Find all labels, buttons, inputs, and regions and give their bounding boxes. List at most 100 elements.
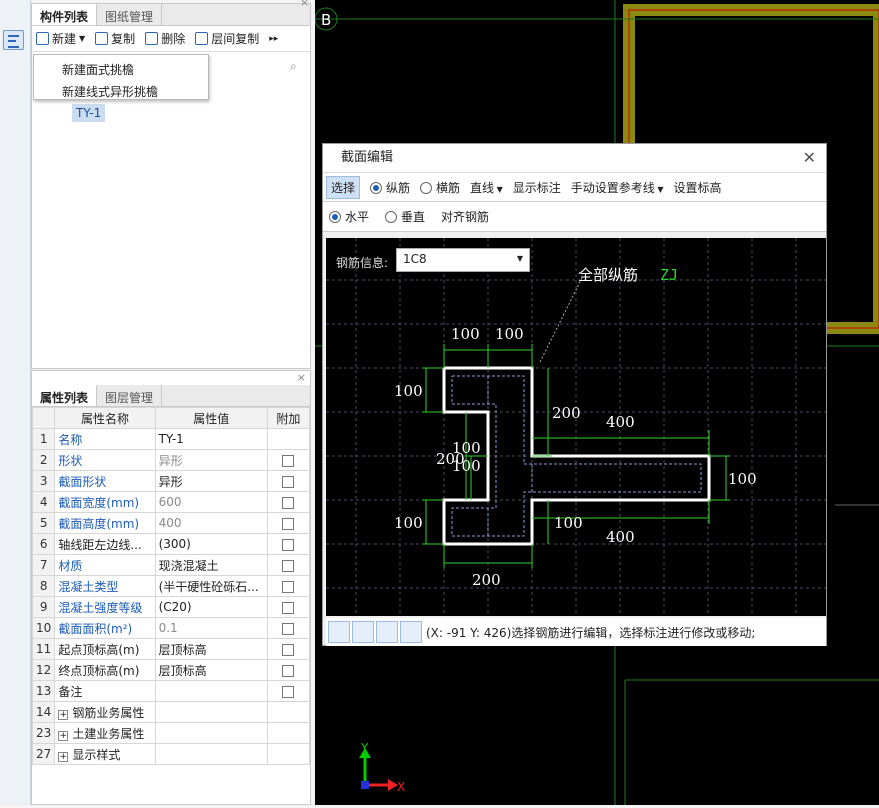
- table-row[interactable]: 6 轴线距左边线... (300): [31, 533, 311, 555]
- property-value[interactable]: (C20): [154, 596, 268, 618]
- table-row[interactable]: 27 + 显示样式: [31, 743, 311, 765]
- dim-label[interactable]: 100: [394, 514, 423, 532]
- list-item-ty1[interactable]: TY-1: [72, 104, 106, 122]
- menu-item-new-linear-eave[interactable]: 新建线式异形挑檐: [34, 81, 208, 103]
- tab-drawing-management[interactable]: 图纸管理: [97, 4, 163, 25]
- cross-bar-radio[interactable]: 横筋: [420, 179, 460, 196]
- table-row[interactable]: 9 混凝土强度等级 (C20): [31, 596, 311, 618]
- extra-checkbox[interactable]: [282, 601, 295, 614]
- rebar-info-select[interactable]: 1C8 ▼: [396, 248, 530, 272]
- left-icon-strip: [0, 0, 31, 805]
- table-row[interactable]: 2 形状 异形: [31, 449, 311, 471]
- property-value[interactable]: 异形: [154, 449, 268, 471]
- horizontal-radio[interactable]: 水平: [329, 208, 369, 225]
- table-row[interactable]: 7 材质 现浇混凝土: [31, 554, 311, 576]
- property-name: 轴线距左边线...: [58, 537, 142, 552]
- annotation-code[interactable]: ZJ: [660, 266, 678, 284]
- more-icon[interactable]: ▸▸: [269, 34, 278, 44]
- expand-icon[interactable]: +: [58, 709, 69, 720]
- show-dimension-button[interactable]: 显示标注: [513, 179, 561, 196]
- property-value[interactable]: (300): [154, 533, 268, 555]
- line-dropdown[interactable]: 直线 ▼: [470, 179, 503, 196]
- close-icon[interactable]: ×: [300, 0, 309, 9]
- table-row[interactable]: 1 名称 TY-1: [31, 428, 311, 450]
- tab-component-list[interactable]: 构件列表: [32, 4, 98, 25]
- table-row[interactable]: 10 截面面积(m²) 0.1: [31, 617, 311, 639]
- extra-checkbox[interactable]: [282, 517, 295, 530]
- add-dimension-icon[interactable]: [400, 621, 422, 643]
- expand-icon[interactable]: +: [58, 751, 69, 762]
- annotation-text[interactable]: 全部纵筋: [578, 266, 638, 284]
- row-index: 23: [31, 722, 56, 744]
- extra-checkbox[interactable]: [282, 559, 295, 572]
- extra-checkbox[interactable]: [282, 454, 295, 467]
- table-row[interactable]: 4 截面宽度(mm) 600: [31, 491, 311, 513]
- dim-label[interactable]: 200: [552, 404, 581, 422]
- property-name-cell: 形状: [54, 449, 156, 471]
- tab-layer-management[interactable]: 图层管理: [97, 385, 163, 406]
- table-row[interactable]: 23 + 土建业务属性: [31, 722, 311, 744]
- menu-item-new-surface-eave[interactable]: 新建面式挑檐: [34, 59, 208, 81]
- table-row[interactable]: 8 混凝土类型 (半干硬性砼砾石...: [31, 575, 311, 597]
- close-icon[interactable]: ✕: [803, 144, 816, 172]
- dim-label[interactable]: 100: [728, 470, 757, 488]
- dim-label[interactable]: 100: [554, 514, 583, 532]
- property-value[interactable]: [154, 722, 268, 744]
- dim-label[interactable]: 100: [451, 325, 480, 343]
- list-view-icon[interactable]: [3, 30, 24, 50]
- property-value[interactable]: (半干硬性砼砾石...: [154, 575, 268, 597]
- property-value[interactable]: [154, 701, 268, 723]
- tab-property-list[interactable]: 属性列表: [32, 385, 98, 406]
- search-icon[interactable]: ⌕: [290, 59, 297, 74]
- expand-icon[interactable]: +: [58, 730, 69, 741]
- dim-label[interactable]: 200: [472, 571, 501, 589]
- corner-snap-icon[interactable]: [328, 621, 350, 643]
- dim-label[interactable]: 400: [606, 413, 635, 431]
- property-value[interactable]: [154, 743, 268, 765]
- extra-checkbox[interactable]: [282, 496, 295, 509]
- extra-checkbox[interactable]: [282, 538, 295, 551]
- table-row[interactable]: 11 起点顶标高(m) 层顶标高: [31, 638, 311, 660]
- extra-cell: [266, 701, 311, 723]
- line-draw-icon[interactable]: [352, 621, 374, 643]
- extra-checkbox[interactable]: [282, 664, 295, 677]
- property-value[interactable]: [154, 680, 268, 702]
- property-value[interactable]: TY-1: [154, 428, 268, 450]
- extra-checkbox[interactable]: [282, 685, 295, 698]
- perpendicular-icon[interactable]: [376, 621, 398, 643]
- section-drawing-canvas[interactable]: 全部纵筋 ZJ 100 100 100 200 400 100 200 100 …: [326, 238, 826, 616]
- delete-button[interactable]: 删除: [145, 30, 185, 47]
- table-row[interactable]: 12 终点顶标高(m) 层顶标高: [31, 659, 311, 681]
- new-button[interactable]: 新建 ▼: [36, 30, 85, 47]
- manual-reference-dropdown[interactable]: 手动设置参考线 ▼: [571, 179, 664, 196]
- property-value[interactable]: 0.1: [154, 617, 268, 639]
- dim-label[interactable]: 400: [606, 528, 635, 546]
- close-icon[interactable]: ×: [32, 371, 310, 385]
- property-value[interactable]: 400: [154, 512, 268, 534]
- row-index: 3: [31, 470, 56, 492]
- select-button[interactable]: 选择: [326, 175, 361, 199]
- dim-label[interactable]: 100: [495, 325, 524, 343]
- copy-button[interactable]: 复制: [95, 30, 135, 47]
- table-row[interactable]: 5 截面高度(mm) 400: [31, 512, 311, 534]
- property-value[interactable]: 异形: [154, 470, 268, 492]
- property-value[interactable]: 层顶标高: [154, 659, 268, 681]
- vertical-radio[interactable]: 垂直: [385, 208, 425, 225]
- long-bar-radio[interactable]: 纵筋: [370, 179, 410, 196]
- property-value[interactable]: 层顶标高: [154, 638, 268, 660]
- floor-copy-button[interactable]: 层间复制: [195, 30, 259, 47]
- table-row[interactable]: 3 截面形状 异形: [31, 470, 311, 492]
- table-row[interactable]: 14 + 钢筋业务属性: [31, 701, 311, 723]
- dim-label[interactable]: 100: [394, 382, 423, 400]
- property-name: 形状: [58, 453, 83, 468]
- table-row[interactable]: 13 备注: [31, 680, 311, 702]
- extra-checkbox[interactable]: [282, 643, 295, 656]
- property-value[interactable]: 600: [154, 491, 268, 513]
- property-value[interactable]: 现浇混凝土: [154, 554, 268, 576]
- dim-label[interactable]: 100: [452, 457, 481, 475]
- extra-checkbox[interactable]: [282, 580, 295, 593]
- extra-checkbox[interactable]: [282, 622, 295, 635]
- set-elevation-button[interactable]: 设置标高: [674, 179, 722, 196]
- align-rebar-button[interactable]: 对齐钢筋: [441, 208, 489, 225]
- extra-checkbox[interactable]: [282, 475, 295, 488]
